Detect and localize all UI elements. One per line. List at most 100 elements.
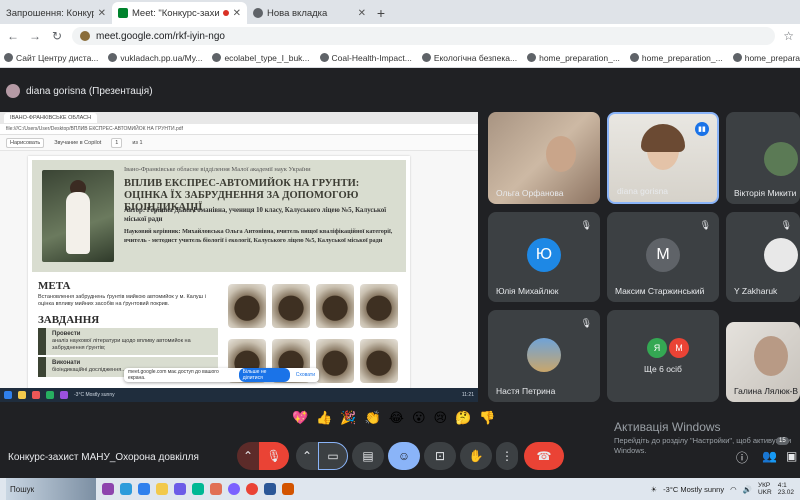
participant-tile[interactable]: Вікторія Микити [726,112,800,204]
reaction-heart[interactable]: 💖 [292,410,308,430]
bookmark-item[interactable]: Сайт Центру диста... [4,53,98,63]
folder-icon [18,391,26,399]
powerpoint-icon[interactable] [282,483,294,495]
soil-photo [228,284,266,328]
app-icon[interactable] [210,483,222,495]
tab-invitation[interactable]: Запрошення: Конкурс-захист МА ✕ [0,2,112,24]
site-info-icon[interactable] [80,31,90,41]
url-text: meet.google.com/rkf-iyin-ngo [96,30,225,42]
hangup-icon: ☎ [536,449,552,463]
reaction-thinking[interactable]: 🤔 [455,410,471,430]
reaction-surprised[interactable]: 😮 [412,410,426,430]
close-icon[interactable]: ✕ [358,8,366,19]
page-number: 1 [111,137,123,148]
copilot-label: Звучание в Copilot [54,139,102,146]
back-icon[interactable]: ← [6,29,20,43]
meta-text: Встановлення забруднень ґрунтів мийкою а… [38,294,206,307]
captions-button[interactable]: ▤ [352,442,384,470]
participant-tile[interactable]: Галина Лялюк-В [726,322,800,402]
chevron-up-icon: ⌃ [242,449,254,463]
word-icon[interactable] [264,483,276,495]
bookmark-item[interactable]: Coal-Health-Impact... [319,53,412,63]
edge-icon[interactable] [138,483,150,495]
camera-options-button[interactable]: ⌃ [296,442,318,470]
shared-clock: 11:21 [461,392,474,398]
mic-off-icon: 🎙 [580,220,592,230]
url-input[interactable]: meet.google.com/rkf-iyin-ngo [72,27,776,45]
viber-icon[interactable] [228,483,240,495]
bookmark-icon [319,53,329,62]
new-tab-button[interactable]: + [372,2,390,24]
tab-new[interactable]: Нова вкладка ✕ [247,2,372,24]
volume-icon[interactable]: 🔊 [743,485,752,494]
close-icon[interactable]: ✕ [98,8,106,19]
store-icon[interactable] [174,483,186,495]
people-icon[interactable]: 👥 [762,449,777,463]
bookmark-item[interactable]: home_preparation_... [629,53,723,63]
participant-tile-active-speaker[interactable]: ▮▮ diana gorisna [607,112,719,204]
bookmark-icon [212,53,222,62]
bookmark-item[interactable]: home_preparation_... [527,53,620,63]
close-icon[interactable]: ✕ [233,8,241,19]
reaction-laugh[interactable]: 😂 [389,410,404,430]
participant-name: Настя Петрина [496,386,556,396]
bookmark-item[interactable]: vukladach.pp.ua/My... [108,53,202,63]
chevron-up-icon: ⌃ [301,449,313,463]
task-item: Провести аналіз наукової літератури щодо… [38,328,218,355]
clock[interactable]: 4:1 23.02 [778,482,794,496]
copilot-icon[interactable] [102,483,114,495]
captions-icon: ▤ [362,449,374,463]
participant-tile[interactable]: 🎙 Y Zakharuk [726,212,800,302]
bookmark-item[interactable]: Екологічна безпека... [421,53,517,63]
language-indicator[interactable]: УКР UKR [758,482,772,496]
more-participants-tile[interactable]: Я М Ще 6 осіб [607,310,719,402]
stop-sharing-button: Більше не ділитися [238,368,290,382]
participant-name: Вікторія Микити [734,188,797,198]
wifi-icon[interactable]: ◠ [730,485,737,494]
shared-screen[interactable]: ІВАНО-ФРАНКІВСЬКЕ ОБЛАСН file:///C:/User… [0,112,478,402]
reaction-sad[interactable]: 😢 [434,410,448,430]
bookmark-item[interactable]: home_preparation_... [732,53,800,63]
bookmark-item[interactable]: ecolabel_type_I_buk... [212,53,310,63]
info-icon[interactable]: ⓘ [736,449,748,466]
meta-heading: МЕТА [38,280,71,292]
bookmark-star-icon[interactable]: ☆ [783,29,794,43]
participant-tile[interactable]: 🎙 Настя Петрина [488,310,600,402]
more-options-button[interactable]: ⋮ [496,442,518,470]
mic-off-icon: 🎙 [699,220,711,230]
reaction-thumbs-down[interactable]: 👎 [479,410,495,430]
participant-name: Ольга Орфанова [496,188,564,198]
tasks-heading: ЗАВДАННЯ [38,314,100,326]
reaction-clap[interactable]: 👏 [365,410,381,430]
chrome-icon[interactable] [246,483,258,495]
chat-icon[interactable]: ▣ [786,449,797,463]
recording-icon [222,10,229,16]
explorer-icon[interactable] [120,483,132,495]
reaction-thumbs-up[interactable]: 👍 [316,410,332,430]
avatar: Ю [527,238,561,272]
avatar: Я [647,338,667,358]
search-box[interactable]: Пошук [6,478,96,500]
emoji-button[interactable]: ☺ [388,442,420,470]
hide-notice-link: Сховати [295,372,315,378]
forward-icon[interactable]: → [28,29,42,43]
folder-icon[interactable] [156,483,168,495]
reaction-party[interactable]: 🎉 [340,410,356,430]
participant-tile[interactable]: 🎙 Ю Юлія Михайлюк [488,212,600,302]
poster-author: Автор: Горішна Діана Романівна, учениця … [124,207,387,223]
present-icon: ⊡ [434,449,446,463]
leave-call-button[interactable]: ☎ [524,442,564,470]
tab-meet[interactable]: Meet: "Конкурс-захист МА... ✕ [112,2,247,24]
avatar [527,338,561,372]
present-button[interactable]: ⊡ [424,442,456,470]
reactions-bar: 💖 👍 🎉 👏 😂 😮 😢 🤔 👎 [292,410,495,430]
camera-toggle-button[interactable]: ▭ [318,442,348,470]
participant-tile[interactable]: 🎙 М Максим Старжинський [607,212,719,302]
raise-hand-button[interactable]: ✋ [460,442,492,470]
mic-toggle-button[interactable]: 🎙 [259,442,289,470]
participant-tile[interactable]: Ольга Орфанова [488,112,600,204]
soil-photo [360,284,398,328]
reload-icon[interactable]: ↻ [50,29,64,43]
mic-options-button[interactable]: ⌃ [237,442,259,470]
app-icon[interactable] [192,483,204,495]
